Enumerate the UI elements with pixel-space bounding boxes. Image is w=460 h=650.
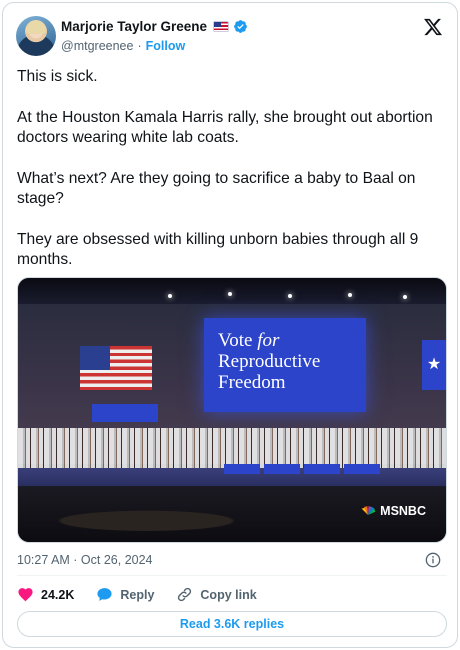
like-count: 24.2K	[41, 587, 75, 602]
stage-us-flag	[80, 346, 152, 390]
action-bar: 24.2K Reply Copy link	[17, 586, 279, 603]
stage-light	[168, 294, 172, 298]
stage-screen: Vote for Reproductive Freedom	[204, 318, 366, 412]
msnbc-label: MSNBC	[380, 504, 426, 518]
tweet-paragraph: This is sick.	[17, 68, 98, 85]
separator-dot: ·	[137, 39, 142, 53]
stage-light	[288, 294, 292, 298]
copy-link-button[interactable]: Copy link	[176, 586, 257, 603]
handle-row: @mtgreenee · Follow	[61, 39, 185, 53]
screen-line-2: Reproductive	[218, 351, 321, 372]
podium-sign	[344, 464, 380, 474]
divider	[17, 575, 447, 576]
tweet-text: This is sick. At the Houston Kamala Harr…	[17, 67, 447, 291]
stage-light	[228, 292, 232, 296]
info-icon[interactable]	[425, 552, 441, 568]
arena-ceiling	[18, 278, 446, 304]
side-screen-star-icon: ★	[422, 340, 446, 390]
reply-button[interactable]: Reply	[96, 586, 154, 603]
stage-banner	[92, 404, 158, 422]
like-button[interactable]: 24.2K	[17, 586, 74, 603]
peacock-icon	[361, 506, 376, 515]
follow-button[interactable]: Follow	[146, 39, 186, 53]
tweet-timestamp[interactable]: 10:27 AM · Oct 26, 2024	[17, 553, 153, 567]
screen-line-1: Vote for	[218, 330, 280, 351]
tweet-paragraph: What’s next? Are they going to sacrifice…	[17, 169, 416, 208]
x-logo-icon[interactable]	[423, 17, 443, 37]
tweet-paragraph: At the Houston Kamala Harris rally, she …	[17, 108, 433, 147]
reply-icon	[97, 588, 112, 601]
tweet-paragraph: They are obsessed with killing unborn ba…	[17, 230, 419, 269]
tweet-card: Marjorie Taylor Greene @mtgreenee · Foll…	[2, 2, 458, 648]
podium-sign	[304, 464, 340, 474]
copy-link-label: Copy link	[200, 587, 257, 602]
link-icon	[178, 587, 192, 602]
podium-sign	[224, 464, 260, 474]
heart-icon	[18, 588, 33, 602]
us-flag-icon	[213, 21, 230, 32]
reply-label: Reply	[120, 587, 155, 602]
screen-line-3: Freedom	[218, 372, 286, 393]
stage-light	[403, 295, 407, 299]
verified-icon	[234, 20, 247, 33]
author-name-row: Marjorie Taylor Greene	[61, 19, 248, 34]
stage-light	[348, 293, 352, 297]
author-name[interactable]: Marjorie Taylor Greene	[61, 19, 207, 34]
author-handle[interactable]: @mtgreenee	[61, 39, 133, 53]
tweet-video[interactable]: Vote for Reproductive Freedom ★ MSNBC	[17, 277, 447, 543]
podium-sign	[264, 464, 300, 474]
avatar[interactable]	[16, 16, 56, 56]
msnbc-watermark: MSNBC	[360, 504, 426, 518]
read-replies-button[interactable]: Read 3.6K replies	[17, 611, 447, 637]
